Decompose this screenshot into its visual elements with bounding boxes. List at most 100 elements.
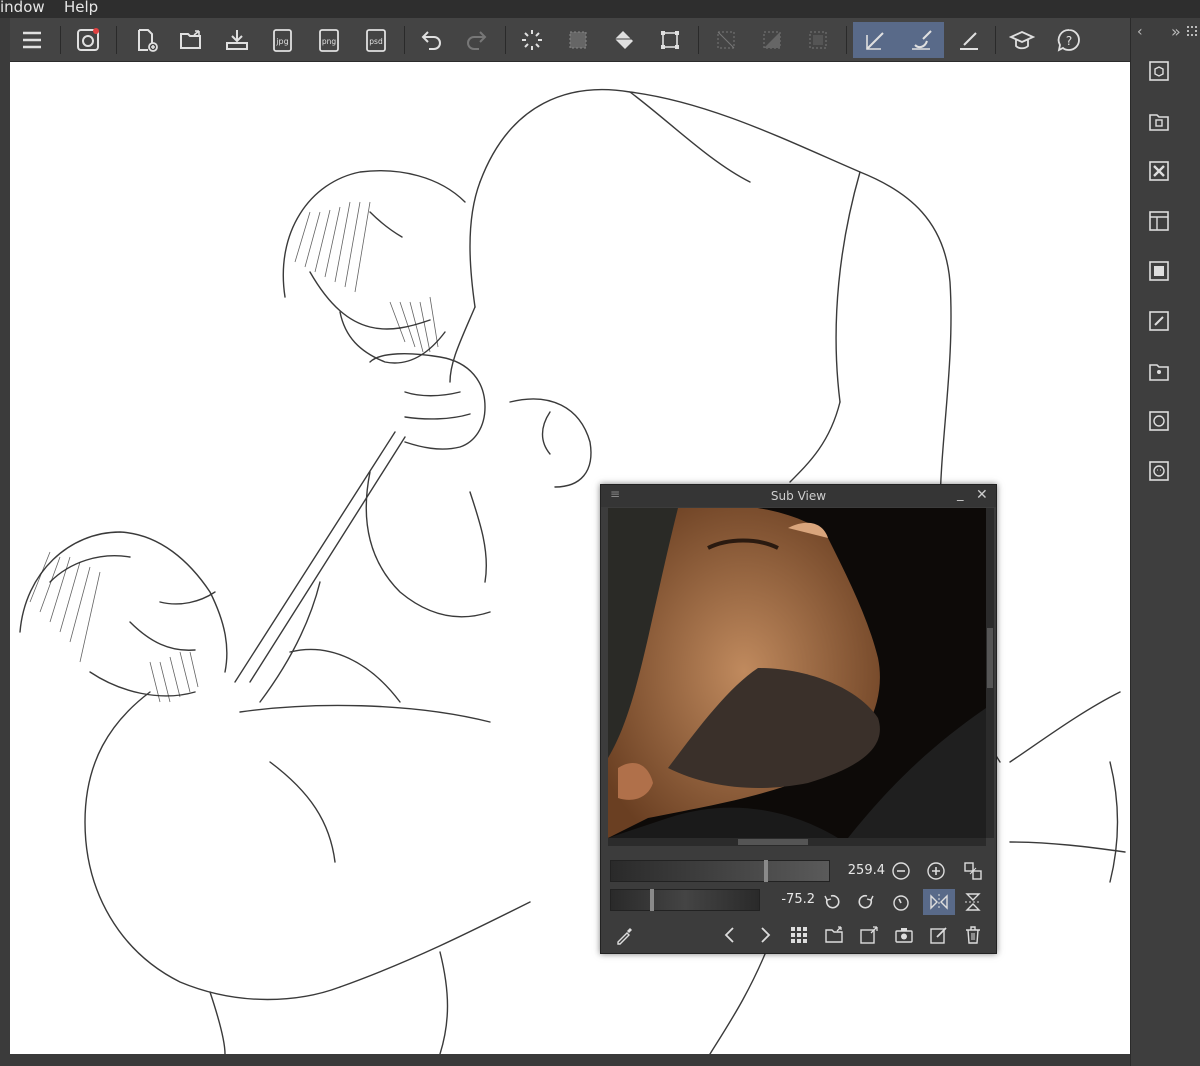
- character-button[interactable]: [1146, 358, 1172, 384]
- select-all-button[interactable]: [560, 22, 596, 58]
- layout-button[interactable]: [1146, 208, 1172, 234]
- loading-button[interactable]: [514, 22, 550, 58]
- svg-text:jpg: jpg: [275, 37, 288, 46]
- open-file-button[interactable]: [173, 22, 209, 58]
- command-bar: jpg png psd ?: [0, 18, 1130, 62]
- export-png-icon: png: [319, 29, 339, 52]
- clip-studio-icon: [77, 28, 99, 51]
- screenshot-button[interactable]: [892, 923, 916, 947]
- menu-button[interactable]: [14, 22, 50, 58]
- fill-icon: [615, 31, 633, 49]
- image-material-button[interactable]: [1146, 258, 1172, 284]
- undo-button[interactable]: [413, 22, 449, 58]
- separator: [846, 26, 847, 54]
- sub-view-titlebar[interactable]: ≡ Sub View _ ✕: [601, 485, 996, 507]
- reference-photo-face: [608, 508, 986, 838]
- fit-view-icon: [964, 862, 982, 880]
- right-dock-panel: ‹ »: [1130, 18, 1200, 1066]
- previous-image-button[interactable]: [718, 923, 742, 947]
- vertical-scrollbar[interactable]: [986, 508, 994, 838]
- save-button[interactable]: [219, 22, 255, 58]
- zoom-in-button[interactable]: [924, 859, 948, 883]
- rotation-slider[interactable]: [610, 889, 760, 911]
- face-button[interactable]: [1146, 408, 1172, 434]
- rotate-right-button[interactable]: [854, 890, 878, 914]
- reset-rotation-button[interactable]: [889, 890, 913, 914]
- undo-icon: [421, 31, 441, 50]
- face-icon: [1149, 411, 1169, 431]
- flip-vertical-button[interactable]: [961, 890, 985, 914]
- rotation-value[interactable]: -75.2: [761, 892, 815, 907]
- pen-snap-button[interactable]: [853, 22, 899, 58]
- menu-window[interactable]: indow: [0, 0, 45, 15]
- sub-view-title: Sub View: [770, 489, 827, 503]
- horizontal-scrollbar[interactable]: [608, 838, 986, 846]
- show-selection-icon: [809, 31, 827, 49]
- invert-selection-button[interactable]: [754, 22, 790, 58]
- copy-to-canvas-button[interactable]: [857, 923, 881, 947]
- close-icon[interactable]: ✕: [976, 487, 988, 503]
- edit-image-button[interactable]: [927, 923, 951, 947]
- transform-button[interactable]: [652, 22, 688, 58]
- layout-icon: [1149, 211, 1169, 231]
- zoom-slider[interactable]: [610, 860, 830, 882]
- new-file-button[interactable]: [128, 22, 164, 58]
- invert-selection-icon: [763, 31, 781, 49]
- zoom-out-button[interactable]: [889, 859, 913, 883]
- export-jpg-button[interactable]: jpg: [264, 22, 300, 58]
- delete-image-button[interactable]: [961, 923, 985, 947]
- face-alt-button[interactable]: [1146, 458, 1172, 484]
- eyedropper-button[interactable]: [613, 923, 637, 947]
- menu-help[interactable]: Help: [64, 0, 98, 15]
- brush-snap-button[interactable]: [899, 22, 944, 58]
- import-image-button[interactable]: [822, 923, 846, 947]
- sub-view-panel: ≡ Sub View _ ✕ 259.4 -75.2: [600, 484, 997, 954]
- separator: [116, 26, 117, 54]
- svg-text:?: ?: [1066, 34, 1072, 48]
- close-panel-button[interactable]: [1146, 158, 1172, 184]
- grid-icon: [791, 927, 807, 943]
- edit-icon: [1149, 311, 1169, 331]
- edit-button[interactable]: [1146, 308, 1172, 334]
- deselect-icon: [717, 31, 735, 49]
- redo-button[interactable]: [459, 22, 495, 58]
- menu-bar: indow Help: [0, 0, 1200, 18]
- separator: [995, 26, 996, 54]
- fit-view-button[interactable]: [961, 859, 985, 883]
- minimize-icon[interactable]: _: [957, 487, 964, 502]
- zoom-in-icon: [927, 862, 945, 880]
- image-grid-button[interactable]: [787, 923, 811, 947]
- collapse-left-arrow[interactable]: ‹: [1137, 24, 1143, 40]
- zoom-slider-knob[interactable]: [764, 860, 768, 882]
- svg-text:psd: psd: [369, 37, 383, 46]
- 3d-material-button[interactable]: [1146, 58, 1172, 84]
- reference-image[interactable]: [608, 508, 986, 838]
- brush-snap-icon: [911, 30, 932, 50]
- panel-grip-icon[interactable]: [1187, 26, 1197, 36]
- edit-image-icon: [930, 927, 947, 944]
- export-png-button[interactable]: png: [311, 22, 347, 58]
- separator: [698, 26, 699, 54]
- ruler-snap-button[interactable]: [951, 22, 987, 58]
- eyedropper-icon: [617, 928, 632, 945]
- tutorial-button[interactable]: [1004, 22, 1040, 58]
- image-material-icon: [1149, 261, 1169, 281]
- next-image-button[interactable]: [753, 923, 777, 947]
- folder-open-icon: [825, 926, 843, 943]
- flip-horizontal-button[interactable]: [923, 889, 955, 915]
- ruler-snap-icon: [960, 32, 978, 50]
- export-psd-button[interactable]: psd: [358, 22, 394, 58]
- deselect-button[interactable]: [708, 22, 744, 58]
- save-icon: [226, 30, 248, 50]
- show-selection-button[interactable]: [800, 22, 836, 58]
- left-panel-edge[interactable]: [0, 18, 10, 1066]
- collapse-right-arrow[interactable]: »: [1171, 22, 1181, 41]
- help-button[interactable]: ?: [1051, 22, 1087, 58]
- rotate-left-button[interactable]: [820, 890, 844, 914]
- clip-studio-button[interactable]: [70, 22, 106, 58]
- fill-button[interactable]: [606, 22, 642, 58]
- svg-text:png: png: [322, 37, 337, 46]
- rotation-slider-knob[interactable]: [650, 889, 654, 911]
- zoom-value[interactable]: 259.4: [831, 863, 885, 878]
- material-folder-button[interactable]: [1146, 108, 1172, 134]
